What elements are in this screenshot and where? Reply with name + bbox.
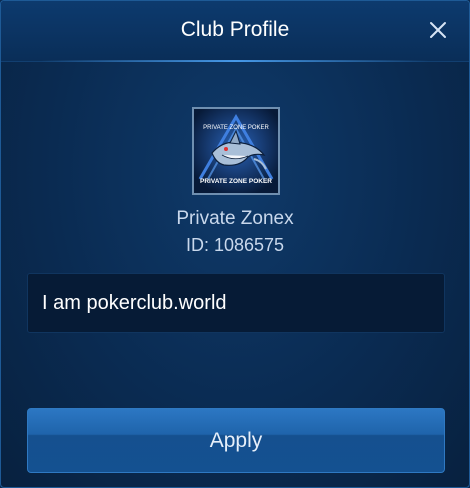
- apply-button-label: Apply: [209, 428, 263, 452]
- dialog-header: Club Profile: [1, 1, 469, 62]
- club-name: Private Zonex: [176, 208, 294, 229]
- logo-text-top: PRIVATE ZONE POKER: [203, 125, 269, 131]
- club-description: I am pokerclub.world: [42, 291, 227, 314]
- apply-button[interactable]: Apply: [27, 408, 445, 473]
- club-description-box: I am pokerclub.world: [27, 273, 445, 333]
- club-profile-dialog: Club Profile PRIVATE ZONE POKER PRIVATE …: [0, 0, 470, 488]
- logo-text-bottom: PRIVATE ZONE POKER: [200, 178, 272, 185]
- close-icon[interactable]: [425, 17, 451, 43]
- club-logo: PRIVATE ZONE POKER PRIVATE ZONE POKER: [192, 107, 280, 195]
- dialog-title: Club Profile: [180, 18, 290, 41]
- club-id: ID: 1086575: [185, 235, 285, 255]
